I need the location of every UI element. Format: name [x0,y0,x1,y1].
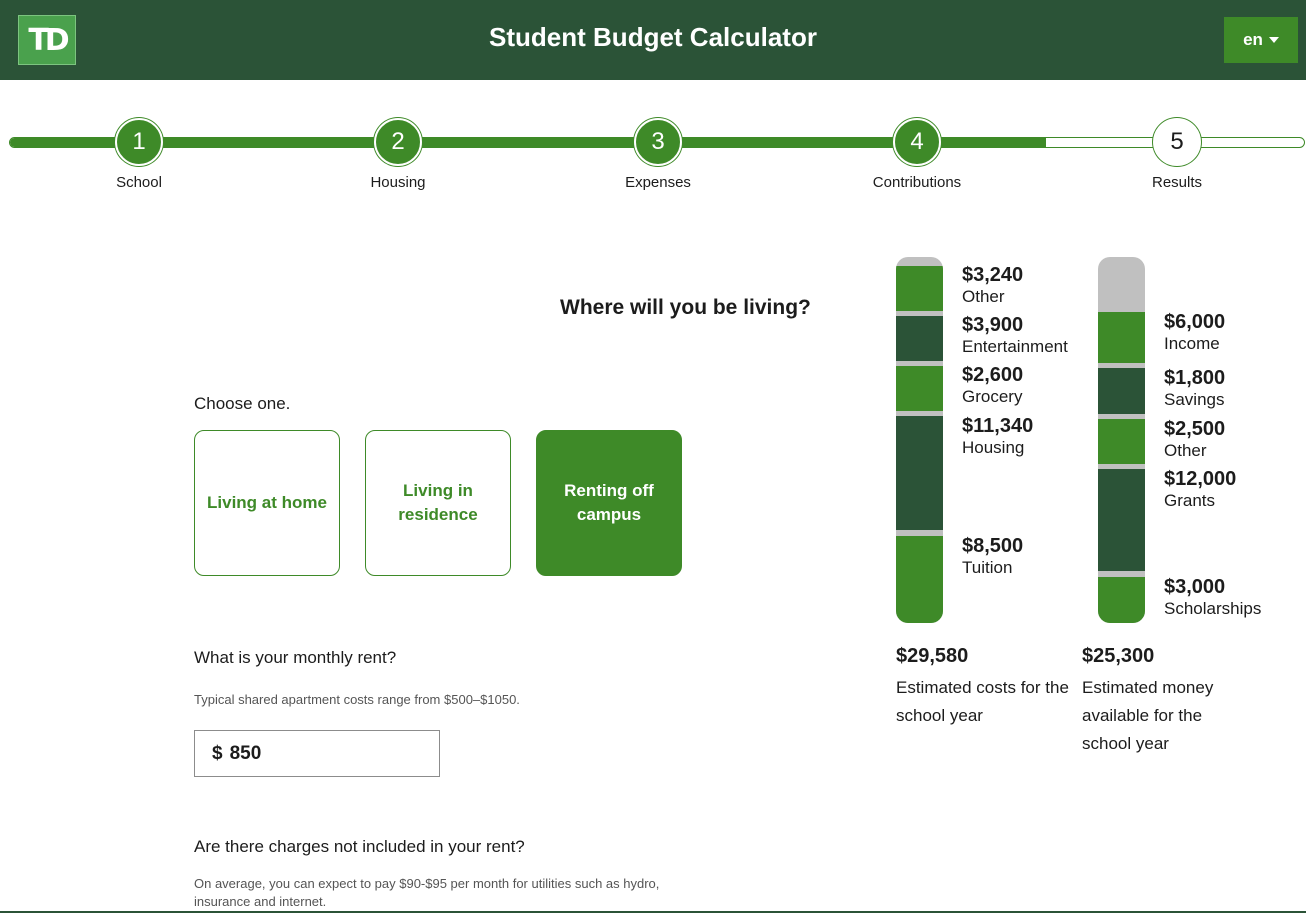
costs-segment-other [896,266,943,311]
option-renting-off-campus[interactable]: Renting off campus [536,430,682,576]
language-dropdown[interactable]: en [1224,17,1298,63]
charges-hint: On average, you can expect to pay $90-$9… [194,876,660,909]
step-number: 3 [634,118,682,166]
chevron-down-icon [1268,37,1279,43]
funds-bar [1098,257,1145,623]
step-results[interactable]: 5 Results [1117,118,1237,191]
costs-bar [896,257,943,623]
category: Grants [1164,491,1216,510]
category: Income [1164,334,1220,353]
housing-question: Where will you be living? [560,296,811,319]
amount: $3,240 [962,264,1024,286]
category: Tuition [962,558,1013,577]
category: Grocery [962,387,1023,406]
step-number: 4 [893,118,941,166]
category: Other [1164,441,1207,460]
funds-label-income: $6,000 Income [1164,311,1225,355]
rent-hint: Typical shared apartment costs range fro… [194,692,520,707]
step-housing[interactable]: 2 Housing [338,118,458,191]
app-header: TD Student Budget Calculator en [0,0,1306,80]
costs-segment-housing [896,416,943,530]
costs-segment-tuition [896,536,943,623]
funds-label-other: $2,500 Other [1164,418,1225,462]
costs-segment-grocery [896,366,943,411]
option-label: Renting off campus [564,481,654,524]
funds-segment-income [1098,312,1145,363]
costs-segment-entertainment [896,316,943,361]
amount: $8,500 [962,535,1024,557]
costs-total: $29,580 [896,645,969,667]
rent-value: 850 [229,742,262,764]
costs-description: Estimated costs for the school year [896,678,1069,725]
funds-segment-scholarships [1098,577,1145,623]
category: Entertainment [962,337,1068,356]
category: Savings [1164,390,1225,409]
amount: $12,000 [1164,468,1237,490]
funds-label-scholarships: $3,000 Scholarships [1164,576,1261,620]
step-number: 5 [1153,118,1201,166]
step-label: School [116,174,162,191]
step-number: 1 [115,118,163,166]
costs-label-tuition: $8,500 Tuition [962,535,1023,579]
funds-segment-grants [1098,469,1145,571]
funds-label-grants: $12,000 Grants [1164,468,1236,512]
step-contributions[interactable]: 4 Contributions [857,118,977,191]
category: Scholarships [1164,599,1262,618]
amount: $3,900 [962,314,1024,336]
funds-segment-other [1098,419,1145,464]
amount: $2,600 [962,364,1024,386]
costs-label-housing: $11,340 Housing [962,415,1033,459]
step-label: Expenses [625,174,691,191]
monthly-rent-input[interactable]: $ 850 [194,730,440,777]
funds-total: $25,300 [1082,645,1155,667]
page-title: Student Budget Calculator [489,22,817,52]
option-living-in-residence[interactable]: Living in residence [365,430,511,576]
amount: $11,340 [962,415,1034,437]
step-number: 2 [374,118,422,166]
costs-label-grocery: $2,600 Grocery [962,364,1023,408]
option-label: Living in residence [398,481,478,524]
amount: $1,800 [1164,367,1226,389]
costs-label-other: $3,240 Other [962,264,1023,308]
funds-description: Estimated money available for the school… [1082,678,1214,753]
category: Other [962,287,1005,306]
currency-symbol: $ [212,742,223,764]
step-expenses[interactable]: 3 Expenses [598,118,718,191]
amount: $3,000 [1164,576,1226,598]
category: Housing [962,438,1025,457]
choose-instruction: Choose one. [194,394,291,413]
step-label: Contributions [872,174,962,191]
amount: $2,500 [1164,418,1226,440]
funds-segment-savings [1098,368,1145,414]
step-label: Housing [370,174,426,191]
step-label: Results [1151,174,1203,191]
charges-question: Are there charges not included in your r… [194,837,525,856]
rent-question: What is your monthly rent? [194,648,397,667]
step-school[interactable]: 1 School [79,118,199,191]
amount: $6,000 [1164,311,1226,333]
language-label: en [1243,30,1263,49]
funds-label-savings: $1,800 Savings [1164,367,1225,411]
costs-label-entertainment: $3,900 Entertainment [962,314,1068,358]
option-label: Living at home [207,493,327,512]
option-living-at-home[interactable]: Living at home [194,430,340,576]
